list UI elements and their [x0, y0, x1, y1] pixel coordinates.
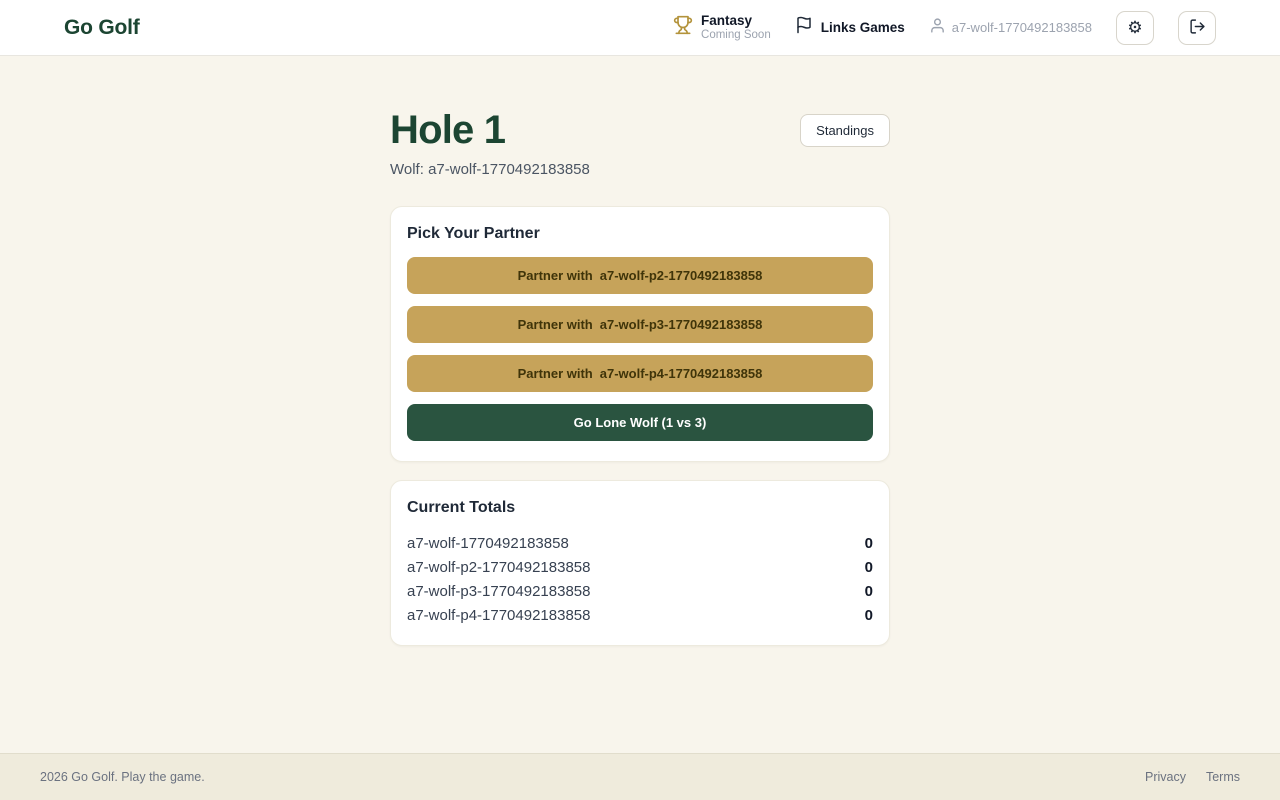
standings-button[interactable]: Standings — [800, 114, 890, 147]
totals-row: a7-wolf-p3-1770492183858 0 — [407, 579, 873, 603]
current-totals-title: Current Totals — [407, 499, 873, 517]
title-row: Hole 1 Standings — [390, 108, 890, 153]
pick-partner-card: Pick Your Partner Partner with a7-wolf-p… — [390, 206, 890, 462]
nav-item-links-games[interactable]: Links Games — [795, 16, 905, 39]
totals-player-score: 0 — [865, 535, 873, 552]
footer: 2026 Go Golf. Play the game. Privacy Ter… — [0, 753, 1280, 800]
flag-icon — [795, 16, 813, 39]
user-chip: a7-wolf-1770492183858 — [929, 17, 1092, 39]
totals-player-score: 0 — [865, 559, 873, 576]
totals-player-score: 0 — [865, 607, 873, 624]
page-title: Hole 1 — [390, 108, 505, 153]
fantasy-text: Fantasy Coming Soon — [701, 13, 771, 43]
partner-button-prefix: Partner with — [518, 366, 593, 381]
partner-button-name: a7-wolf-p4-1770492183858 — [600, 366, 763, 381]
app-logo[interactable]: Go Golf — [64, 16, 140, 40]
totals-player-name: a7-wolf-p2-1770492183858 — [407, 559, 590, 576]
footer-copyright: 2026 Go Golf. Play the game. — [40, 770, 205, 784]
partner-button-name: a7-wolf-p3-1770492183858 — [600, 317, 763, 332]
partner-button-prefix: Partner with — [518, 317, 593, 332]
fantasy-sublabel: Coming Soon — [701, 29, 771, 43]
header-nav: Fantasy Coming Soon Links Games — [673, 11, 1216, 45]
logout-icon — [1189, 18, 1206, 38]
page: Go Golf Fantasy Coming Soon — [0, 0, 1280, 800]
links-games-label: Links Games — [821, 20, 905, 35]
totals-player-name: a7-wolf-p4-1770492183858 — [407, 607, 590, 624]
wolf-label: Wolf: a7-wolf-1770492183858 — [390, 161, 890, 178]
content-container: Hole 1 Standings Wolf: a7-wolf-177049218… — [390, 108, 890, 646]
totals-row: a7-wolf-1770492183858 0 — [407, 531, 873, 555]
trophy-icon — [673, 15, 693, 40]
settings-button[interactable]: ⚙ — [1116, 11, 1154, 45]
username-text: a7-wolf-1770492183858 — [952, 20, 1092, 35]
logout-button[interactable] — [1178, 11, 1216, 45]
person-icon — [929, 17, 946, 39]
terms-link[interactable]: Terms — [1206, 770, 1240, 784]
totals-player-score: 0 — [865, 583, 873, 600]
privacy-link[interactable]: Privacy — [1145, 770, 1186, 784]
totals-player-name: a7-wolf-1770492183858 — [407, 535, 569, 552]
gear-icon: ⚙ — [1127, 19, 1142, 36]
partner-button-p3[interactable]: Partner with a7-wolf-p3-1770492183858 — [407, 306, 873, 343]
main-content: Hole 1 Standings Wolf: a7-wolf-177049218… — [0, 56, 1280, 753]
footer-links: Privacy Terms — [1145, 770, 1240, 784]
pick-partner-title: Pick Your Partner — [407, 225, 873, 243]
totals-player-name: a7-wolf-p3-1770492183858 — [407, 583, 590, 600]
partner-button-prefix: Partner with — [518, 268, 593, 283]
current-totals-card: Current Totals a7-wolf-1770492183858 0 a… — [390, 480, 890, 646]
header: Go Golf Fantasy Coming Soon — [0, 0, 1280, 56]
totals-row: a7-wolf-p2-1770492183858 0 — [407, 555, 873, 579]
totals-row: a7-wolf-p4-1770492183858 0 — [407, 603, 873, 627]
lone-wolf-button[interactable]: Go Lone Wolf (1 vs 3) — [407, 404, 873, 441]
partner-button-p4[interactable]: Partner with a7-wolf-p4-1770492183858 — [407, 355, 873, 392]
nav-item-fantasy[interactable]: Fantasy Coming Soon — [673, 13, 771, 43]
fantasy-label: Fantasy — [701, 13, 771, 29]
partner-button-name: a7-wolf-p2-1770492183858 — [600, 268, 763, 283]
partner-button-p2[interactable]: Partner with a7-wolf-p2-1770492183858 — [407, 257, 873, 294]
